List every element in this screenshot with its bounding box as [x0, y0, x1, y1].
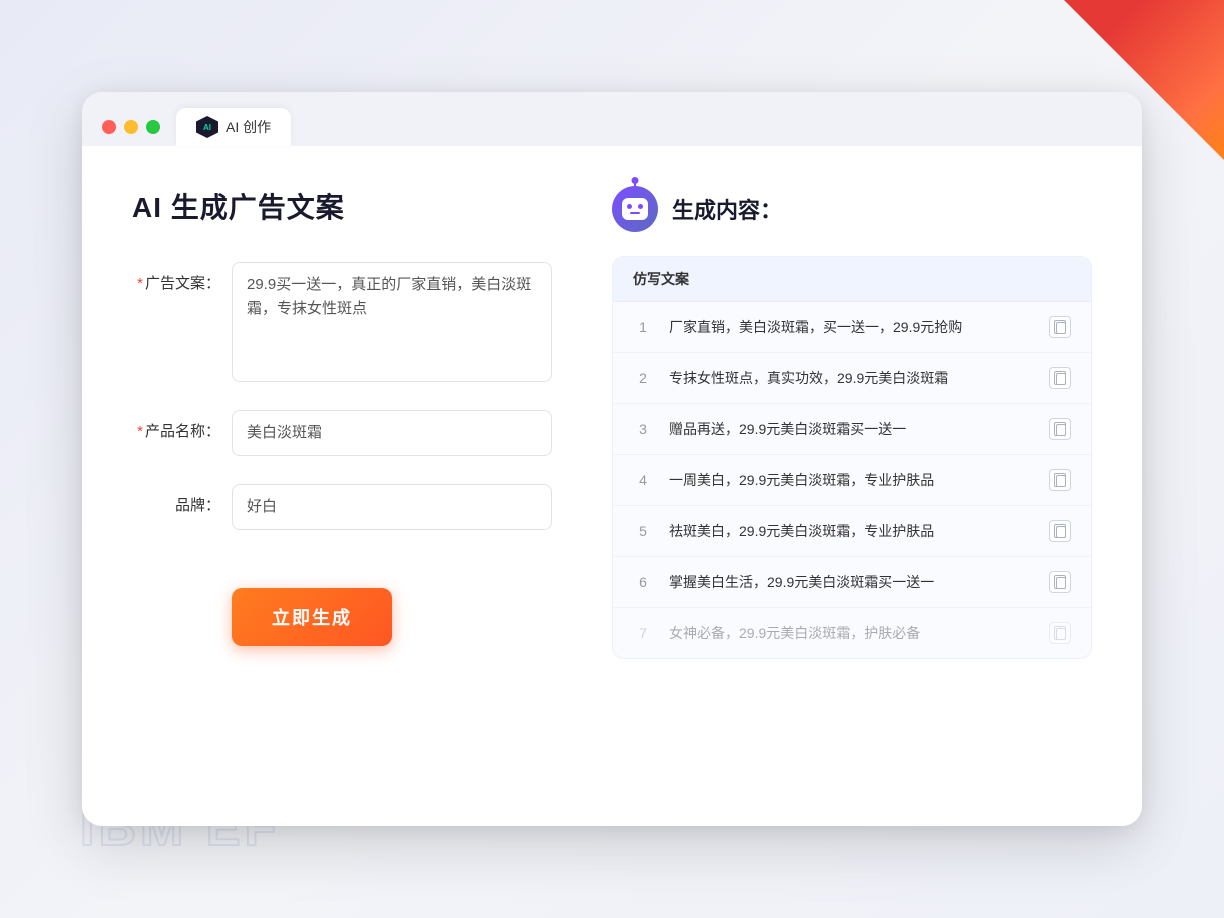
copy-button-7[interactable] [1049, 622, 1071, 644]
product-name-label: *产品名称： [132, 410, 232, 441]
result-num-1: 1 [633, 319, 653, 335]
ai-hex-icon: AI [196, 116, 218, 138]
required-star-product: * [137, 423, 143, 440]
results-column-header: 仿写文案 [613, 257, 1091, 302]
result-num-5: 5 [633, 523, 653, 539]
result-text-6: 掌握美白生活，29.9元美白淡斑霜买一送一 [669, 572, 1033, 593]
robot-mouth [630, 212, 640, 214]
result-num-2: 2 [633, 370, 653, 386]
title-bar: AI AI 创作 [82, 92, 1142, 146]
traffic-lights [102, 120, 160, 134]
robot-eyes [627, 204, 643, 209]
result-text-1: 厂家直销，美白淡斑霜，买一送一，29.9元抢购 [669, 317, 1033, 338]
result-text-2: 专抹女性斑点，真实功效，29.9元美白淡斑霜 [669, 368, 1033, 389]
ai-tab[interactable]: AI AI 创作 [176, 108, 291, 146]
result-item-1: 1 厂家直销，美白淡斑霜，买一送一，29.9元抢购 [613, 302, 1091, 353]
minimize-button[interactable] [124, 120, 138, 134]
ad-copy-row: *广告文案： [132, 262, 552, 382]
required-star-ad: * [137, 275, 143, 292]
brand-label: 品牌： [132, 484, 232, 515]
result-item-3: 3 赠品再送，29.9元美白淡斑霜买一送一 [613, 404, 1091, 455]
brand-row: 品牌： [132, 484, 552, 530]
left-panel: AI 生成广告文案 *广告文案： *产品名称： 品牌： 立 [132, 186, 552, 776]
browser-window: AI AI 创作 AI 生成广告文案 *广告文案： *产品名称： [82, 92, 1142, 826]
copy-button-2[interactable] [1049, 367, 1071, 389]
result-item-5: 5 祛斑美白，29.9元美白淡斑霜，专业护肤品 [613, 506, 1091, 557]
page-title: AI 生成广告文案 [132, 186, 552, 226]
copy-button-4[interactable] [1049, 469, 1071, 491]
ad-copy-label: *广告文案： [132, 262, 232, 293]
hex-shape: AI [196, 116, 218, 138]
result-item-2: 2 专抹女性斑点，真实功效，29.9元美白淡斑霜 [613, 353, 1091, 404]
result-item-7: 7 女神必备，29.9元美白淡斑霜，护肤必备 [613, 608, 1091, 658]
result-title: 生成内容： [672, 193, 782, 225]
copy-button-3[interactable] [1049, 418, 1071, 440]
brand-input[interactable] [232, 484, 552, 530]
result-num-6: 6 [633, 574, 653, 590]
robot-eye-left [627, 204, 632, 209]
result-item-6: 6 掌握美白生活，29.9元美白淡斑霜买一送一 [613, 557, 1091, 608]
result-text-4: 一周美白，29.9元美白淡斑霜，专业护肤品 [669, 470, 1033, 491]
copy-button-5[interactable] [1049, 520, 1071, 542]
robot-face [622, 198, 648, 220]
ad-copy-input[interactable] [232, 262, 552, 382]
robot-icon [612, 186, 658, 232]
result-text-3: 赠品再送，29.9元美白淡斑霜买一送一 [669, 419, 1033, 440]
close-button[interactable] [102, 120, 116, 134]
robot-eye-right [638, 204, 643, 209]
copy-button-6[interactable] [1049, 571, 1071, 593]
product-name-input[interactable] [232, 410, 552, 456]
result-num-4: 4 [633, 472, 653, 488]
results-list: 1 厂家直销，美白淡斑霜，买一送一，29.9元抢购 2 专抹女性斑点，真实功效，29.… [613, 302, 1091, 658]
generate-button[interactable]: 立即生成 [232, 588, 392, 646]
result-num-3: 3 [633, 421, 653, 437]
product-name-row: *产品名称： [132, 410, 552, 456]
right-panel: 生成内容： 仿写文案 1 厂家直销，美白淡斑霜，买一送一，29.9元抢购 2 专抹女性… [612, 186, 1092, 776]
tab-label: AI 创作 [226, 117, 271, 137]
content-area: AI 生成广告文案 *广告文案： *产品名称： 品牌： 立 [82, 146, 1142, 826]
results-container: 仿写文案 1 厂家直销，美白淡斑霜，买一送一，29.9元抢购 2 专抹女性斑点，真实功… [612, 256, 1092, 659]
result-text-5: 祛斑美白，29.9元美白淡斑霜，专业护肤品 [669, 521, 1033, 542]
result-text-7: 女神必备，29.9元美白淡斑霜，护肤必备 [669, 623, 1033, 644]
result-item-4: 4 一周美白，29.9元美白淡斑霜，专业护肤品 [613, 455, 1091, 506]
copy-button-1[interactable] [1049, 316, 1071, 338]
result-num-7: 7 [633, 625, 653, 641]
result-header: 生成内容： [612, 186, 1092, 232]
maximize-button[interactable] [146, 120, 160, 134]
